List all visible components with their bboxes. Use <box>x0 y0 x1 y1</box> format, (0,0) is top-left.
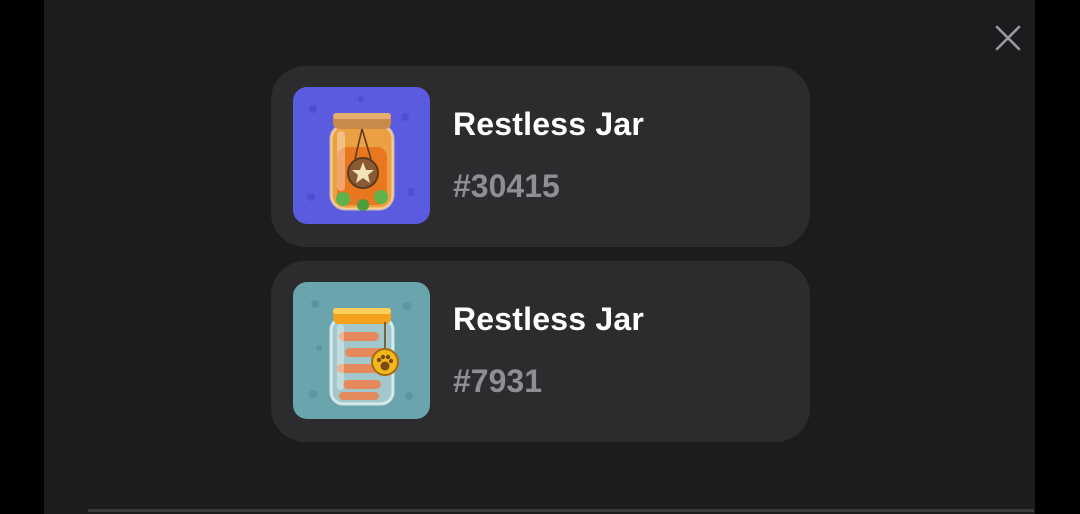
bottom-divider <box>88 509 1034 512</box>
item-name: Restless Jar <box>453 106 644 142</box>
close-icon <box>995 25 1021 51</box>
close-button[interactable] <box>988 18 1028 58</box>
item-card[interactable]: Restless Jar #7931 <box>271 261 810 442</box>
item-thumbnail <box>293 282 430 419</box>
jar-star-tag-icon <box>293 87 430 224</box>
item-thumbnail <box>293 87 430 224</box>
item-name: Restless Jar <box>453 301 644 337</box>
item-id: #7931 <box>453 363 542 399</box>
jar-bones-paw-tag-icon <box>293 282 430 419</box>
item-id: #30415 <box>453 168 560 204</box>
item-card[interactable]: Restless Jar #30415 <box>271 66 810 247</box>
